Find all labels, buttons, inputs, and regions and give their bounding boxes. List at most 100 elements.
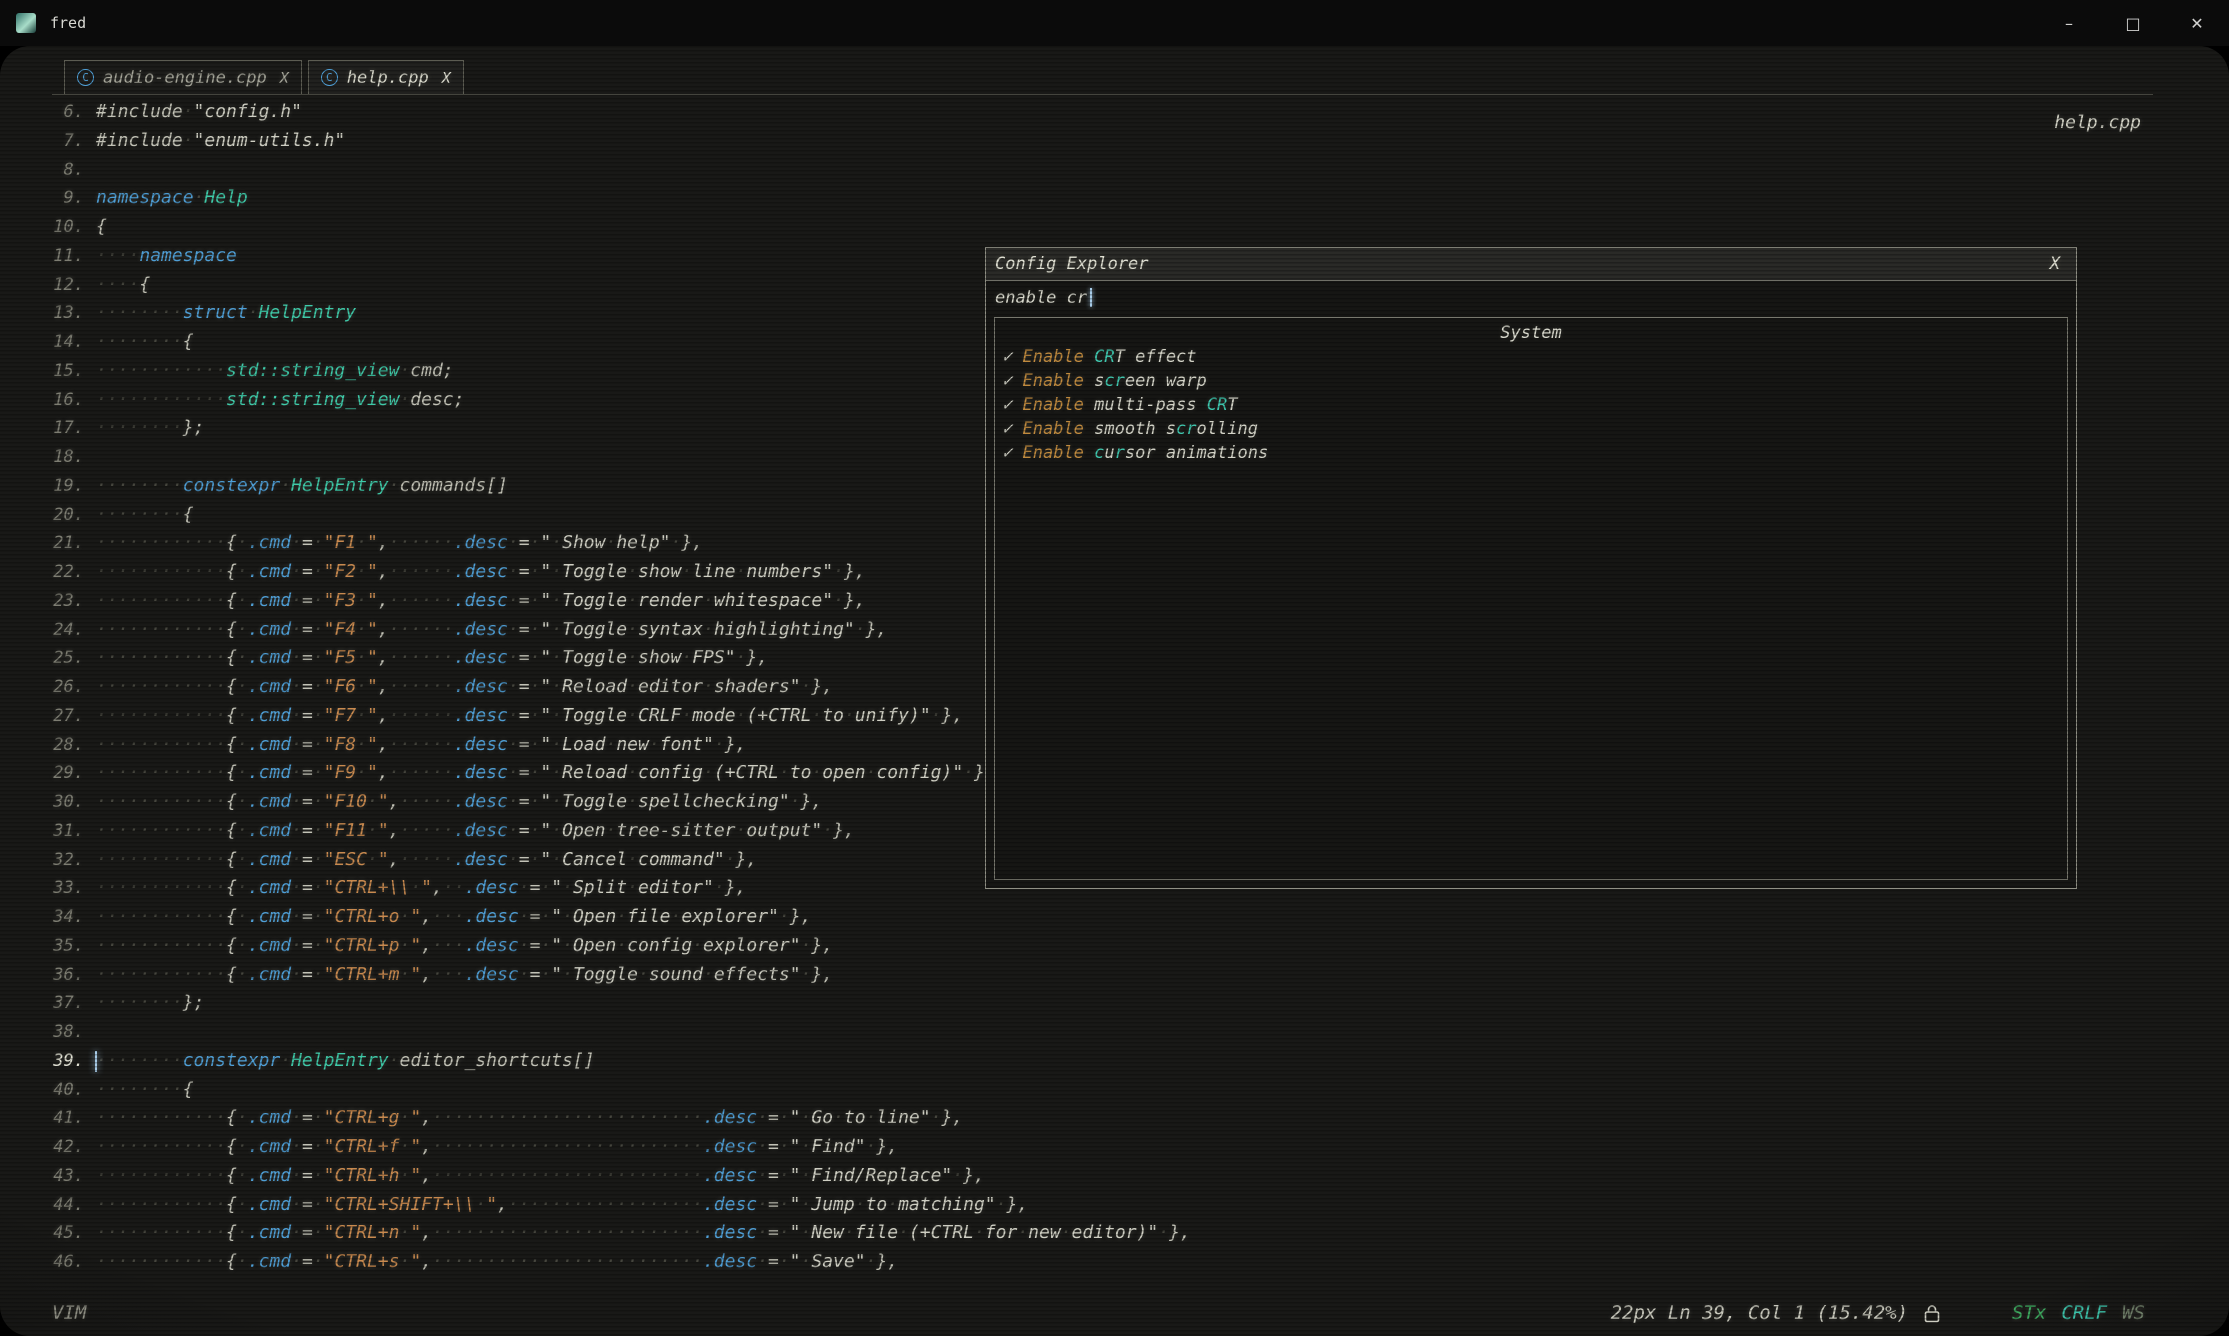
option-label-segment: T [1227, 395, 1237, 415]
flag-ws[interactable]: WS [2122, 1302, 2145, 1324]
tab-bar: C audio-engine.cpp X C help.cpp X [52, 54, 2153, 95]
config-search-value: enable cr [995, 288, 1087, 308]
minimize-button[interactable]: – [2037, 0, 2101, 46]
code-line-41[interactable]: 41.············{·.cmd·=·"CTRL+g·",······… [0, 1104, 2229, 1133]
line-number: 44. [0, 1191, 96, 1220]
line-number: 6. [0, 98, 96, 127]
line-number: 22. [0, 558, 96, 587]
status-bar: VIM 22px Ln 39, Col 1 (15.42%) STx CRLF … [0, 1302, 2229, 1324]
code-line-37[interactable]: 37.········}; [0, 989, 2229, 1018]
config-option-3[interactable]: ✓ Enable multi-pass CRT [995, 393, 2067, 417]
option-label-segment: s [1084, 371, 1104, 391]
line-number: 31. [0, 817, 96, 846]
config-option-1[interactable]: ✓ Enable CRT effect [995, 345, 2067, 369]
code-line-9[interactable]: 9.namespace·Help [0, 184, 2229, 213]
code-line-34[interactable]: 34.············{·.cmd·=·"CTRL+o·",···.de… [0, 903, 2229, 932]
config-explorer-close-icon[interactable]: X [2050, 254, 2060, 274]
line-number: 26. [0, 673, 96, 702]
line-number: 12. [0, 271, 96, 300]
line-number: 21. [0, 529, 96, 558]
maximize-button[interactable]: □ [2101, 0, 2165, 46]
line-number: 33. [0, 874, 96, 903]
option-label-segment: Enable [1022, 419, 1083, 439]
line-number: 16. [0, 386, 96, 415]
checkbox-checked-icon: ✓ [1002, 347, 1022, 367]
line-number: 30. [0, 788, 96, 817]
code-line-45[interactable]: 45.············{·.cmd·=·"CTRL+n·",······… [0, 1219, 2229, 1248]
line-number: 25. [0, 644, 96, 673]
line-number: 17. [0, 414, 96, 443]
line-number: 39. [0, 1047, 96, 1076]
cpp-file-icon: C [321, 69, 338, 86]
option-label-segment: c [1094, 443, 1104, 463]
code-line-36[interactable]: 36.············{·.cmd·=·"CTRL+m·",···.de… [0, 961, 2229, 990]
flag-crlf[interactable]: CRLF [2061, 1302, 2107, 1324]
line-number: 29. [0, 759, 96, 788]
option-label-segment [1084, 443, 1094, 463]
option-label-segment: cr [1176, 419, 1196, 439]
flag-stx[interactable]: STx [2012, 1302, 2046, 1324]
tab-help-cpp[interactable]: C help.cpp X [308, 60, 464, 94]
option-label-segment: cr [1104, 371, 1124, 391]
code-line-43[interactable]: 43.············{·.cmd·=·"CTRL+h·",······… [0, 1162, 2229, 1191]
tab-close-icon[interactable]: X [280, 69, 289, 87]
code-line-10[interactable]: 10.{ [0, 213, 2229, 242]
line-number: 10. [0, 213, 96, 242]
mode-indicator: VIM [52, 1302, 86, 1324]
close-button[interactable]: ✕ [2165, 0, 2229, 46]
window-titlebar: fred – □ ✕ [0, 0, 2229, 46]
status-flags: STx CRLF WS [2012, 1302, 2145, 1324]
code-line-7[interactable]: 7.#include·"enum-utils.h" [0, 127, 2229, 156]
config-explorer-dialog: Config Explorer X enable cr System ✓ Ena… [985, 247, 2077, 889]
tab-close-icon[interactable]: X [442, 69, 451, 87]
editor-screen: C audio-engine.cpp X C help.cpp X help.c… [0, 46, 2229, 1336]
option-label-segment: een warp [1125, 371, 1207, 391]
checkbox-checked-icon: ✓ [1002, 371, 1022, 391]
app-icon [16, 13, 36, 33]
config-option-5[interactable]: ✓ Enable cursor animations [995, 441, 2067, 465]
checkbox-checked-icon: ✓ [1002, 443, 1022, 463]
config-explorer-title: Config Explorer [995, 254, 1149, 274]
line-number: 37. [0, 989, 96, 1018]
line-number: 34. [0, 903, 96, 932]
config-option-2[interactable]: ✓ Enable screen warp [995, 369, 2067, 393]
option-label-segment: CR [1207, 395, 1227, 415]
line-number: 7. [0, 127, 96, 156]
text-cursor [95, 1051, 97, 1072]
line-number: 15. [0, 357, 96, 386]
code-line-46[interactable]: 46.············{·.cmd·=·"CTRL+s·",······… [0, 1248, 2229, 1277]
config-section-header: System [995, 321, 2067, 345]
line-number: 23. [0, 587, 96, 616]
tab-label: audio-engine.cpp [103, 68, 267, 88]
line-number: 13. [0, 299, 96, 328]
option-label-segment: smooth s [1084, 419, 1176, 439]
option-label-segment: r [1115, 443, 1125, 463]
code-line-39[interactable]: 39.········constexpr·HelpEntry·editor_sh… [0, 1047, 2229, 1076]
option-label-segment: sor animations [1125, 443, 1268, 463]
code-line-44[interactable]: 44.············{·.cmd·=·"CTRL+SHIFT+\\·"… [0, 1191, 2229, 1220]
config-option-4[interactable]: ✓ Enable smooth scrolling [995, 417, 2067, 441]
tab-audio-engine-cpp[interactable]: C audio-engine.cpp X [64, 60, 302, 94]
line-number: 42. [0, 1133, 96, 1162]
tab-label: help.cpp [347, 68, 429, 88]
line-number: 35. [0, 932, 96, 961]
option-label-segment: Enable [1022, 371, 1083, 391]
option-label-segment: u [1104, 443, 1114, 463]
config-options-list: System ✓ Enable CRT effect✓ Enable scree… [994, 317, 2068, 880]
line-number: 32. [0, 846, 96, 875]
code-line-40[interactable]: 40.········{ [0, 1076, 2229, 1105]
code-line-38[interactable]: 38. [0, 1018, 2229, 1047]
line-number: 14. [0, 328, 96, 357]
cursor-position-indicator: 22px Ln 39, Col 1 (15.42%) [1611, 1302, 1908, 1324]
code-line-35[interactable]: 35.············{·.cmd·=·"CTRL+p·",···.de… [0, 932, 2229, 961]
code-line-8[interactable]: 8. [0, 156, 2229, 185]
cpp-file-icon: C [77, 69, 94, 86]
config-search-input[interactable]: enable cr [986, 281, 2076, 314]
option-label-segment: Enable [1022, 395, 1083, 415]
code-line-6[interactable]: 6.#include·"config.h" [0, 98, 2229, 127]
checkbox-checked-icon: ✓ [1002, 419, 1022, 439]
option-label-segment [1084, 347, 1094, 367]
option-label-segment: multi-pass [1084, 395, 1207, 415]
line-number: 24. [0, 616, 96, 645]
code-line-42[interactable]: 42.············{·.cmd·=·"CTRL+f·",······… [0, 1133, 2229, 1162]
